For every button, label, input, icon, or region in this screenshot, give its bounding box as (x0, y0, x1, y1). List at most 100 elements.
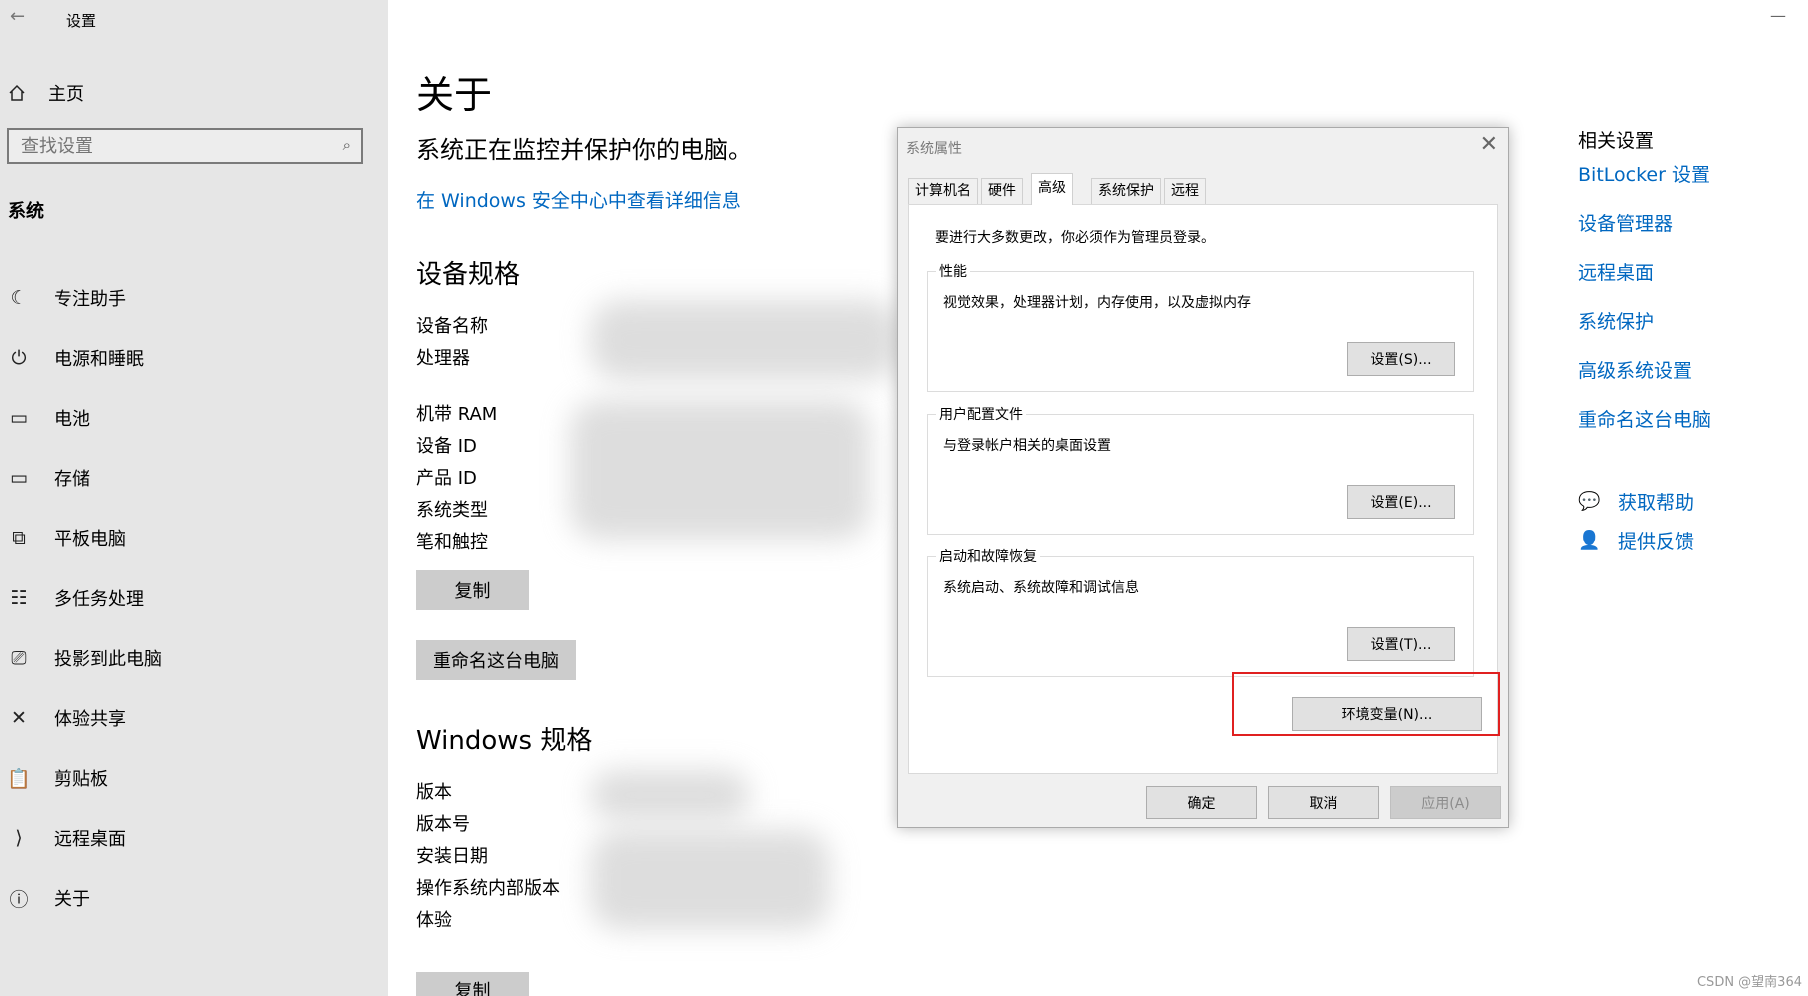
cancel-button[interactable]: 取消 (1268, 786, 1379, 819)
battery-icon: ▭ (10, 407, 28, 429)
back-arrow-icon[interactable]: ← (10, 6, 25, 27)
sidebar-item-label: 体验共享 (54, 709, 126, 730)
sidebar-item-label: 关于 (54, 889, 90, 910)
spec-label-install-date: 安装日期 (416, 846, 488, 867)
sidebar-nav: ☾ 专注助手 ⏻ 电源和睡眠 ▭ 电池 ▭ 存储 ⧉ 平板电脑 ☷ 多任务处理 … (0, 268, 388, 928)
sidebar-item-shared-experiences[interactable]: ✕ 体验共享 (0, 688, 388, 748)
multitask-icon: ☷ (10, 587, 28, 609)
startup-recovery-settings-button[interactable]: 设置(T)... (1347, 627, 1455, 661)
copy-windows-specs-button[interactable]: 复制 (416, 972, 529, 996)
share-icon: ✕ (11, 707, 27, 729)
copy-device-specs-button[interactable]: 复制 (416, 570, 529, 610)
spec-label-edition: 版本 (416, 782, 452, 803)
sidebar-item-about[interactable]: ⓘ 关于 (0, 868, 388, 928)
tab-computer-name[interactable]: 计算机名 (908, 178, 978, 204)
tab-system-protection[interactable]: 系统保护 (1091, 178, 1161, 204)
startup-recovery-group: 启动和故障恢复 系统启动、系统故障和调试信息 设置(T)... (927, 546, 1474, 677)
advanced-system-settings-link[interactable]: 高级系统设置 (1578, 356, 1692, 383)
redacted-area (590, 830, 830, 930)
tab-remote[interactable]: 远程 (1164, 178, 1206, 204)
sidebar-item-power-sleep[interactable]: ⏻ 电源和睡眠 (0, 328, 388, 388)
clipboard-icon: 📋 (7, 767, 31, 790)
rename-pc-link[interactable]: 重命名这台电脑 (1578, 405, 1711, 432)
sidebar-item-remote-desktop[interactable]: ⟩ 远程桌面 (0, 808, 388, 868)
group-description: 视觉效果，处理器计划，内存使用，以及虚拟内存 (943, 295, 1251, 311)
group-title: 启动和故障恢复 (936, 546, 1040, 566)
spec-label-processor: 处理器 (416, 348, 470, 369)
tablet-icon: ⧉ (12, 527, 26, 549)
search-icon[interactable]: ⌕ (343, 136, 351, 154)
tab-advanced[interactable]: 高级 (1031, 173, 1073, 205)
sidebar-item-label: 存储 (54, 469, 90, 490)
sidebar-item-label: 剪贴板 (54, 769, 108, 790)
spec-label-pen-touch: 笔和触控 (416, 532, 488, 553)
get-help-link[interactable]: 获取帮助 (1618, 488, 1694, 515)
sidebar-item-multitasking[interactable]: ☷ 多任务处理 (0, 568, 388, 628)
search-box: ⌕ (7, 128, 363, 164)
spec-label-experience: 体验 (416, 910, 452, 931)
redacted-area (590, 300, 900, 380)
redacted-area (590, 770, 750, 820)
ok-button[interactable]: 确定 (1146, 786, 1257, 819)
sidebar-item-label: 投影到此电脑 (54, 649, 162, 670)
windows-specs-heading: Windows 规格 (416, 726, 593, 756)
dialog-title: 系统属性 (906, 141, 962, 157)
admin-note: 要进行大多数更改，你必须作为管理员登录。 (935, 230, 1215, 246)
sidebar-item-label: 平板电脑 (54, 529, 126, 550)
sidebar-item-battery[interactable]: ▭ 电池 (0, 388, 388, 448)
group-title: 用户配置文件 (936, 404, 1026, 424)
watermark: CSDN @望南364 (1696, 975, 1802, 990)
sidebar-item-clipboard[interactable]: 📋 剪贴板 (0, 748, 388, 808)
device-manager-link[interactable]: 设备管理器 (1578, 209, 1673, 236)
feedback-row[interactable]: 👤 提供反馈 (1578, 527, 1694, 554)
system-protection-link[interactable]: 系统保护 (1578, 307, 1654, 334)
group-description: 与登录帐户相关的桌面设置 (943, 438, 1111, 454)
spec-label-device-name: 设备名称 (416, 316, 488, 337)
sidebar-item-label: 电池 (54, 409, 90, 430)
spec-label-ram: 机带 RAM (416, 404, 498, 425)
feedback-icon: 👤 (1578, 530, 1601, 551)
rename-pc-button[interactable]: 重命名这台电脑 (416, 640, 576, 680)
security-center-link[interactable]: 在 Windows 安全中心中查看详细信息 (416, 186, 741, 213)
project-icon: ⎚ (11, 647, 27, 669)
spec-label-device-id: 设备 ID (416, 436, 477, 457)
home-label: 主页 (48, 84, 84, 105)
sidebar-item-home[interactable]: 主页 (8, 80, 84, 106)
tab-hardware[interactable]: 硬件 (981, 178, 1023, 204)
related-settings-heading: 相关设置 (1578, 130, 1655, 152)
sidebar-item-tablet[interactable]: ⧉ 平板电脑 (0, 508, 388, 568)
sidebar-item-label: 专注助手 (54, 289, 126, 310)
minimize-button[interactable]: — (1770, 6, 1786, 25)
sidebar: ← 设置 主页 ⌕ 系统 ☾ 专注助手 ⏻ 电源和睡眠 ▭ 电池 ▭ 存储 ⧉ … (0, 0, 388, 996)
user-profiles-settings-button[interactable]: 设置(E)... (1347, 485, 1455, 519)
group-description: 系统启动、系统故障和调试信息 (943, 580, 1139, 596)
help-chat-icon: 💬 (1578, 491, 1601, 512)
protection-status: 系统正在监控并保护你的电脑。 (416, 136, 752, 164)
sidebar-item-focus-assist[interactable]: ☾ 专注助手 (0, 268, 388, 328)
search-input[interactable] (9, 130, 333, 162)
spec-label-product-id: 产品 ID (416, 468, 477, 489)
info-icon: ⓘ (9, 888, 29, 911)
section-heading: 系统 (8, 201, 44, 222)
get-help-row[interactable]: 💬 获取帮助 (1578, 488, 1694, 515)
performance-settings-button[interactable]: 设置(S)... (1347, 342, 1455, 376)
moon-icon: ☾ (10, 287, 28, 309)
remote-desktop-link[interactable]: 远程桌面 (1578, 258, 1654, 285)
feedback-link[interactable]: 提供反馈 (1618, 527, 1694, 554)
power-icon: ⏻ (11, 347, 27, 369)
app-title: 设置 (66, 12, 97, 30)
bitlocker-settings-link[interactable]: BitLocker 设置 (1578, 160, 1710, 187)
performance-group: 性能 视觉效果，处理器计划，内存使用，以及虚拟内存 设置(S)... (927, 261, 1474, 392)
redacted-area (570, 400, 870, 540)
sidebar-item-label: 多任务处理 (54, 589, 144, 610)
sidebar-item-project[interactable]: ⎚ 投影到此电脑 (0, 628, 388, 688)
spec-label-os-build: 操作系统内部版本 (416, 878, 560, 899)
remote-icon: ⟩ (15, 827, 23, 849)
close-icon[interactable]: ✕ (1480, 132, 1498, 157)
annotation-highlight-box (1232, 672, 1500, 736)
apply-button[interactable]: 应用(A) (1390, 786, 1501, 819)
sidebar-item-label: 远程桌面 (54, 829, 126, 850)
user-profiles-group: 用户配置文件 与登录帐户相关的桌面设置 设置(E)... (927, 404, 1474, 535)
sidebar-item-storage[interactable]: ▭ 存储 (0, 448, 388, 508)
spec-label-version: 版本号 (416, 814, 470, 835)
